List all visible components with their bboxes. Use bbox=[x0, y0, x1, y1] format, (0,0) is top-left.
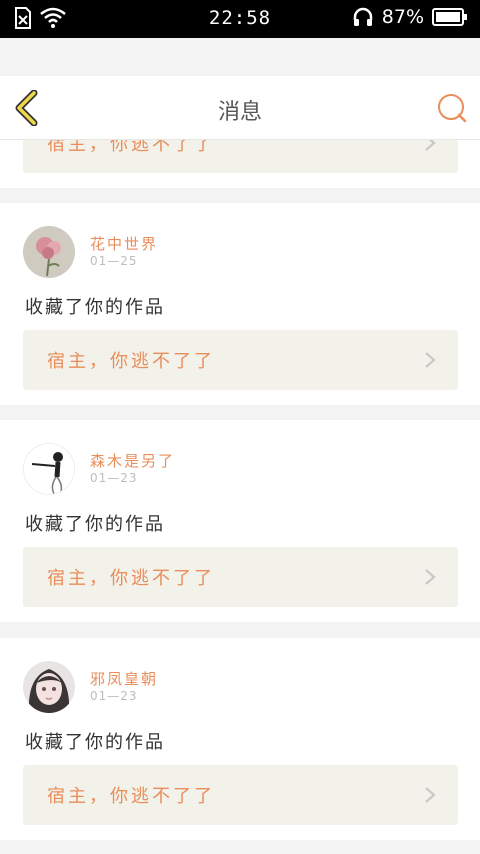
battery-percent: 87% bbox=[381, 6, 424, 28]
work-title: 宿主，你逃不了了 bbox=[47, 140, 215, 155]
chevron-right-icon bbox=[425, 787, 436, 803]
work-title: 宿主，你逃不了了 bbox=[47, 568, 215, 589]
message-date: 01—23 bbox=[90, 689, 138, 703]
message-action: 收藏了你的作品 bbox=[25, 514, 165, 535]
anime-girl-avatar[interactable] bbox=[23, 661, 75, 713]
message-date: 01—25 bbox=[90, 254, 138, 268]
message-action: 收藏了你的作品 bbox=[25, 732, 165, 753]
work-title: 宿主，你逃不了了 bbox=[47, 351, 215, 372]
chevron-right-icon bbox=[425, 140, 436, 151]
sketch-avatar[interactable] bbox=[23, 443, 75, 495]
chevron-right-icon bbox=[425, 569, 436, 585]
page-title: 消息 bbox=[217, 100, 262, 125]
work-link[interactable]: 宿主，你逃不了了 bbox=[23, 547, 458, 607]
username[interactable]: 森木是另了 bbox=[90, 450, 175, 471]
username[interactable]: 花中世界 bbox=[90, 233, 158, 254]
headphones-icon bbox=[353, 7, 373, 26]
username[interactable]: 邪凤皇朝 bbox=[90, 668, 158, 689]
top-spacer bbox=[0, 38, 480, 76]
message-list[interactable]: 宿主，你逃不了了 花中世界 01—25 收藏了你的作品 宿主，你逃不了了 森木是… bbox=[0, 140, 480, 854]
work-link[interactable]: 宿主，你逃不了了 bbox=[23, 140, 458, 173]
work-title: 宿主，你逃不了了 bbox=[47, 786, 215, 807]
work-link[interactable]: 宿主，你逃不了了 bbox=[23, 330, 458, 390]
message-date: 01—23 bbox=[90, 471, 138, 485]
nav-bar: 消息 bbox=[0, 76, 480, 140]
search-icon[interactable] bbox=[436, 92, 468, 124]
message-card: 花中世界 01—25 收藏了你的作品 宿主，你逃不了了 bbox=[0, 203, 480, 405]
status-bar: 22:58 87% bbox=[0, 0, 480, 38]
battery-icon bbox=[432, 8, 467, 26]
message-card: 森木是另了 01—23 收藏了你的作品 宿主，你逃不了了 bbox=[0, 420, 480, 622]
message-action: 收藏了你的作品 bbox=[25, 297, 165, 318]
message-card: 宿主，你逃不了了 bbox=[0, 140, 480, 188]
chevron-right-icon bbox=[425, 352, 436, 368]
message-card: 邪凤皇朝 01—23 收藏了你的作品 宿主，你逃不了了 bbox=[0, 638, 480, 840]
flower-avatar[interactable] bbox=[23, 226, 75, 278]
work-link[interactable]: 宿主，你逃不了了 bbox=[23, 765, 458, 825]
